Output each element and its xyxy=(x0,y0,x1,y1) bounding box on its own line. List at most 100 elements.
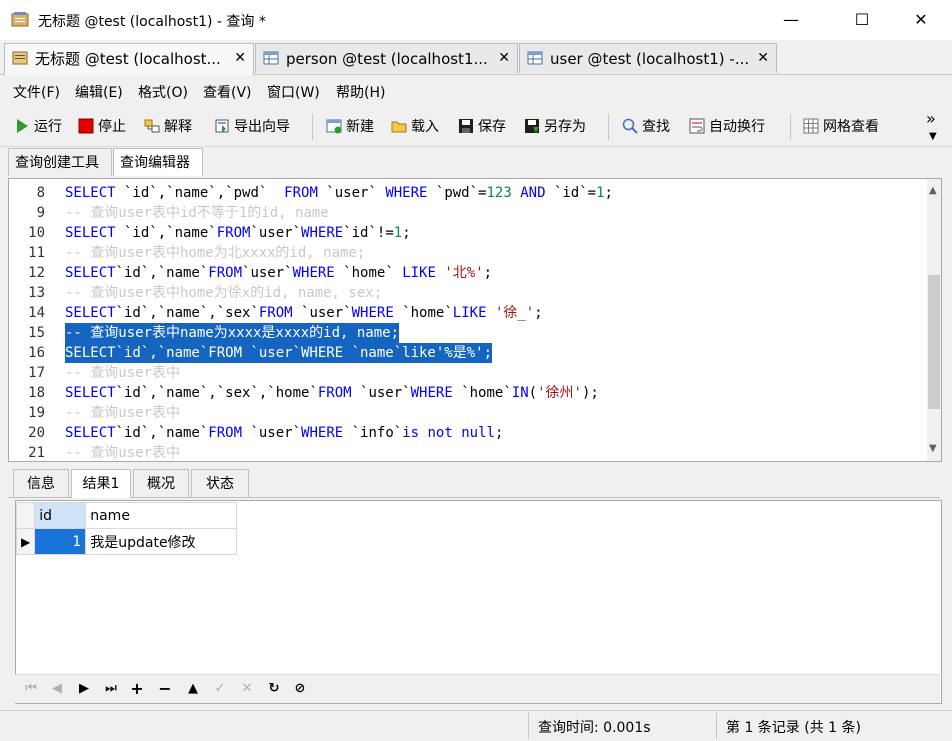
sql-statement: SELECT`id`,`name`,`sex`FROM `user`WHERE … xyxy=(65,305,543,321)
find-button[interactable]: 查找 xyxy=(622,116,670,138)
close-tab-icon[interactable]: ✕ xyxy=(498,44,510,72)
tab-query-builder[interactable]: 查询创建工具 xyxy=(8,148,112,176)
menu-edit[interactable]: 编辑(E) xyxy=(75,82,123,102)
minimize-button[interactable]: — xyxy=(768,0,814,40)
doc-tab-untitled-query[interactable]: 无标题 @test (localhost... ✕ xyxy=(4,43,254,75)
close-window-button[interactable]: ✕ xyxy=(898,0,944,40)
doc-tab-user-table[interactable]: user @test (localhost1) -... ✕ xyxy=(519,43,777,73)
column-header-name[interactable]: name xyxy=(85,502,238,529)
menu-format[interactable]: 格式(O) xyxy=(138,82,188,102)
editor-line[interactable]: 17 -- 查询user表中 xyxy=(9,363,929,383)
search-icon xyxy=(622,118,638,134)
menu-window[interactable]: 窗口(W) xyxy=(267,82,320,102)
status-separator xyxy=(716,713,717,739)
table-row[interactable]: ▶ 1 我是update修改 xyxy=(15,528,238,555)
editor-line[interactable]: 14 SELECT`id`,`name`,`sex`FROM `user`WHER… xyxy=(9,303,929,323)
run-button[interactable]: 运行 xyxy=(14,116,62,138)
query-time: 查询时间: 0.001s xyxy=(538,720,651,736)
window-title: 无标题 @test (localhost1) - 查询 * xyxy=(38,14,266,30)
editor-line[interactable]: 8 SELECT `id`,`name`,`pwd` FROM `user` WH… xyxy=(9,183,929,203)
find-label: 查找 xyxy=(642,119,670,135)
scroll-down-icon[interactable]: ▼ xyxy=(929,443,937,454)
query-mode-tabs: 查询创建工具 查询编辑器 xyxy=(0,146,952,178)
sql-editor[interactable]: 8 SELECT `id`,`name`,`pwd` FROM `user` WH… xyxy=(8,178,942,462)
doc-tab-label: 无标题 @test (localhost... xyxy=(35,50,221,68)
editor-vertical-scrollbar[interactable]: ▲ ▼ xyxy=(927,179,941,461)
tab-status[interactable]: 状态 xyxy=(191,469,249,497)
line-number: 9 xyxy=(36,205,45,221)
result-tabs: 信息 结果1 概况 状态 xyxy=(8,465,940,498)
sql-comment: -- 查询user表中id不等于1的id, name xyxy=(65,205,329,221)
load-button[interactable]: 载入 xyxy=(391,116,439,138)
status-bar: 查询时间: 0.001s 第 1 条记录 (共 1 条) xyxy=(0,710,952,741)
editor-line[interactable]: 9 -- 查询user表中id不等于1的id, name xyxy=(9,203,929,223)
chevron-down-icon[interactable]: ▼ xyxy=(929,126,937,148)
confirm-icon[interactable]: ✓ xyxy=(210,679,230,699)
word-wrap-button[interactable]: 自动换行 xyxy=(689,116,765,138)
export-wizard-button[interactable]: 导出向导 xyxy=(214,116,290,138)
tab-query-editor[interactable]: 查询编辑器 xyxy=(113,148,203,176)
editor-line[interactable]: 12 SELECT`id`,`name`FROM`user`WHERE `home… xyxy=(9,263,929,283)
explain-button[interactable]: 解释 xyxy=(144,116,192,138)
run-label: 运行 xyxy=(34,119,62,135)
refresh-icon[interactable]: ↻ xyxy=(264,679,284,699)
editor-line[interactable]: 21 -- 查询user表中 xyxy=(9,443,929,461)
query-icon xyxy=(12,51,28,65)
apply-changes-icon[interactable]: ▲ xyxy=(183,679,203,699)
close-tab-icon[interactable]: ✕ xyxy=(757,44,769,72)
add-record-icon[interactable]: + xyxy=(127,679,147,699)
save-as-label: 另存为 xyxy=(544,119,586,135)
menu-view[interactable]: 查看(V) xyxy=(203,82,252,102)
editor-line[interactable]: 11 -- 查询user表中home为北xxxx的id, name; xyxy=(9,243,929,263)
editor-line[interactable]: 15 -- 查询user表中name为xxxx是xxxx的id, name; xyxy=(9,323,929,343)
table-header-row: id name xyxy=(15,502,238,529)
menu-file[interactable]: 文件(F) xyxy=(13,82,60,102)
cell-id[interactable]: 1 xyxy=(34,528,87,555)
tab-result1[interactable]: 结果1 xyxy=(71,469,131,498)
editor-line[interactable]: 20 SELECT`id`,`name`FROM `user`WHERE `inf… xyxy=(9,423,929,443)
first-record-icon[interactable]: ⏮ xyxy=(21,679,41,699)
toolbar-separator xyxy=(790,114,791,140)
editor-line[interactable]: 10 SELECT `id`,`name`FROM`user`WHERE`id`!… xyxy=(9,223,929,243)
editor-line[interactable]: 19 -- 查询user表中 xyxy=(9,403,929,423)
scrollbar-thumb[interactable] xyxy=(928,275,940,409)
load-label: 载入 xyxy=(411,119,439,135)
sql-comment: -- 查询user表中name为xxxx是xxxx的id, name; xyxy=(65,323,400,343)
new-label: 新建 xyxy=(346,119,374,135)
grid-view-button[interactable]: 网格查看 xyxy=(803,116,879,138)
line-number: 13 xyxy=(28,285,45,301)
line-number: 20 xyxy=(28,425,45,441)
scroll-up-icon[interactable]: ▲ xyxy=(929,185,937,196)
sql-statement: SELECT`id`,`name`,`sex`,`home`FROM `user… xyxy=(65,385,599,401)
grid-view-label: 网格查看 xyxy=(823,119,879,135)
cell-name[interactable]: 我是update修改 xyxy=(85,528,238,555)
menu-help[interactable]: 帮助(H) xyxy=(336,82,385,102)
next-record-icon[interactable]: ▶ xyxy=(74,679,94,699)
line-number: 14 xyxy=(28,305,45,321)
sql-statement: SELECT`id`,`name`FROM `user`WHERE `name`… xyxy=(65,343,493,363)
tab-info[interactable]: 信息 xyxy=(13,469,69,497)
delete-record-icon[interactable]: − xyxy=(155,679,175,699)
document-tab-bar: 无标题 @test (localhost... ✕ person @test (… xyxy=(0,40,952,75)
save-button[interactable]: 保存 xyxy=(458,116,506,138)
editor-line[interactable]: 18 SELECT`id`,`name`,`sex`,`home`FROM `us… xyxy=(9,383,929,403)
doc-tab-person-table[interactable]: person @test (localhost1... ✕ xyxy=(255,43,518,73)
editor-line[interactable]: 13 -- 查询user表中home为徐x的id, name, sex; xyxy=(9,283,929,303)
previous-record-icon[interactable]: ◀ xyxy=(47,679,67,699)
editor-line[interactable]: 16 SELECT`id`,`name`FROM `user`WHERE `nam… xyxy=(9,343,929,363)
maximize-button[interactable]: ☐ xyxy=(839,0,885,40)
tab-profile[interactable]: 概况 xyxy=(133,469,189,497)
sql-statement: SELECT`id`,`name`FROM`user`WHERE `home` … xyxy=(65,265,493,281)
discard-icon[interactable]: ✕ xyxy=(237,679,257,699)
column-header-id[interactable]: id xyxy=(34,502,87,529)
save-as-button[interactable]: 另存为 xyxy=(524,116,586,138)
last-record-icon[interactable]: ⏭ xyxy=(101,679,121,699)
word-wrap-label: 自动换行 xyxy=(709,119,765,135)
status-separator xyxy=(528,713,529,739)
play-icon xyxy=(17,119,28,133)
stop-refresh-icon[interactable]: ⊘ xyxy=(290,679,310,699)
close-tab-icon[interactable]: ✕ xyxy=(234,44,246,72)
grid-icon xyxy=(803,118,819,134)
stop-button[interactable]: 停止 xyxy=(78,116,126,138)
new-button[interactable]: 新建 xyxy=(326,116,374,138)
